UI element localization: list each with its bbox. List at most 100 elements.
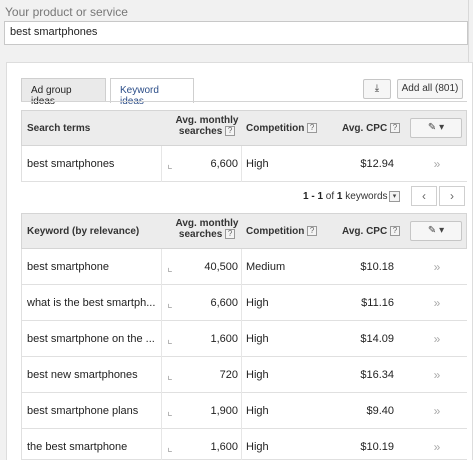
pager-suffix: keywords [345,191,388,202]
rows-per-page-dropdown[interactable]: ▾ [389,191,400,202]
keyword-text: best new smartphones [27,369,138,381]
avg-monthly-searches: 1,900 [210,405,238,417]
trend-chart-icon[interactable]: ⌞ [167,249,181,285]
keyword-text: best smartphone [27,261,109,273]
keyword-row: what is the best smartph... ⌞ 6,600 High… [21,285,467,321]
help-icon[interactable]: ? [389,226,400,237]
help-icon[interactable]: ? [307,123,318,134]
column-edit-button[interactable]: ✎ ▾ [410,221,462,241]
double-chevron-right-icon[interactable]: » [430,429,444,460]
column-divider [161,429,162,460]
avg-monthly-searches: 6,600 [210,297,238,309]
tab-divider [21,101,467,102]
avg-monthly-searches: 1,600 [210,441,238,453]
trend-chart-icon[interactable]: ⌞ [167,429,181,460]
trend-chart-icon[interactable]: ⌞ [167,393,181,429]
competition: High [246,405,269,417]
avg-cpc: $11.16 [361,297,394,309]
header-search-terms[interactable]: Search terms [27,123,90,134]
column-edit-button[interactable]: ✎ ▾ [410,118,462,138]
double-chevron-right-icon[interactable]: » [430,285,444,321]
double-chevron-right-icon[interactable]: » [430,321,444,357]
trend-chart-icon[interactable]: ⌞ [167,357,181,393]
competition: Medium [246,261,286,273]
double-chevron-right-icon[interactable]: » [430,146,444,182]
help-icon[interactable]: ? [307,226,318,237]
download-icon: ⤓ [374,83,380,94]
header-keyword[interactable]: Keyword (by relevance) [27,226,139,237]
pencil-icon: ✎ [427,122,437,133]
keyword-text: what is the best smartph... [27,297,156,309]
column-divider [161,285,162,321]
column-divider [161,321,162,357]
product-label: Your product or service [5,5,128,19]
trend-chart-icon[interactable]: ⌞ [167,285,181,321]
header-avg-monthly-line2: searches [178,126,223,137]
pager-prev-button[interactable]: ‹ [411,186,437,206]
avg-cpc: $14.09 [360,333,394,345]
column-divider [241,146,242,182]
help-icon[interactable]: ? [389,123,400,134]
column-divider [241,285,242,321]
caret-down-icon: ▾ [439,122,445,133]
competition: High [246,333,269,345]
keyword-text: the best smartphone [27,441,128,453]
header-avg-monthly[interactable]: Avg. monthly searches ? [171,218,243,240]
header-competition-label: Competition [246,226,305,237]
header-avg-monthly[interactable]: Avg. monthly searches ? [171,115,243,137]
search-term-text: best smartphones [27,158,115,170]
search-terms-header: Search terms Avg. monthly searches ? Com… [21,110,467,146]
header-avg-cpc[interactable]: Avg. CPC ? [342,123,400,134]
keyword-row: best smartphone ⌞ 40,500 Medium $10.18 » [21,249,467,285]
header-avg-monthly-line2: searches [178,229,223,240]
keyword-row: the best smartphone ⌞ 1,600 High $10.19 … [21,429,467,460]
column-divider [161,146,162,182]
column-divider [241,249,242,285]
add-all-button[interactable]: Add all (801) [397,79,463,99]
competition: High [246,297,269,309]
double-chevron-right-icon[interactable]: » [430,393,444,429]
competition: High [246,441,269,453]
pager-range: 1 - 1 [303,191,324,202]
header-competition-label: Competition [246,123,305,134]
avg-monthly-searches: 40,500 [204,261,238,273]
tab-keyword-ideas[interactable]: Keyword ideas [110,78,194,107]
avg-cpc: $16.34 [360,369,394,381]
download-button[interactable]: ⤓ [363,79,391,99]
product-input[interactable]: best smartphones [4,21,468,45]
header-avg-cpc[interactable]: Avg. CPC ? [342,226,400,237]
competition: High [246,369,269,381]
double-chevron-right-icon[interactable]: » [430,249,444,285]
product-section: Your product or service best smartphones [0,0,473,62]
column-divider [161,393,162,429]
search-term-row: best smartphones ⌞ 6,600 High $12.94 » [21,146,467,182]
competition: High [246,158,269,170]
header-avg-cpc-label: Avg. CPC [342,123,388,134]
header-avg-monthly-line1: Avg. monthly [175,115,239,126]
double-chevron-right-icon[interactable]: » [430,357,444,393]
help-icon[interactable]: ? [225,229,236,240]
header-competition[interactable]: Competition ? [246,123,318,134]
avg-monthly-searches: 1,600 [210,333,238,345]
help-icon[interactable]: ? [225,126,236,137]
avg-monthly-searches: 720 [219,369,238,381]
keyword-row: best smartphone plans ⌞ 1,900 High $9.40… [21,393,467,429]
pager-total: 1 [336,191,343,202]
column-divider [241,393,242,429]
avg-cpc: $12.94 [360,158,394,170]
tab-ad-group-ideas[interactable]: Ad group ideas [21,78,106,107]
pager-next-button[interactable]: › [439,186,465,206]
header-avg-cpc-label: Avg. CPC [342,226,388,237]
avg-monthly-searches: 6,600 [210,158,238,170]
avg-cpc: $9.40 [366,405,394,417]
trend-chart-icon[interactable]: ⌞ [167,146,181,182]
caret-down-icon: ▾ [439,225,445,236]
avg-cpc: $10.19 [360,441,394,453]
pager-of: of [325,191,335,202]
column-divider [241,357,242,393]
trend-chart-icon[interactable]: ⌞ [167,321,181,357]
keyword-ideas-header: Keyword (by relevance) Avg. monthly sear… [21,213,467,249]
column-divider [161,249,162,285]
header-competition[interactable]: Competition ? [246,226,318,237]
column-divider [161,357,162,393]
